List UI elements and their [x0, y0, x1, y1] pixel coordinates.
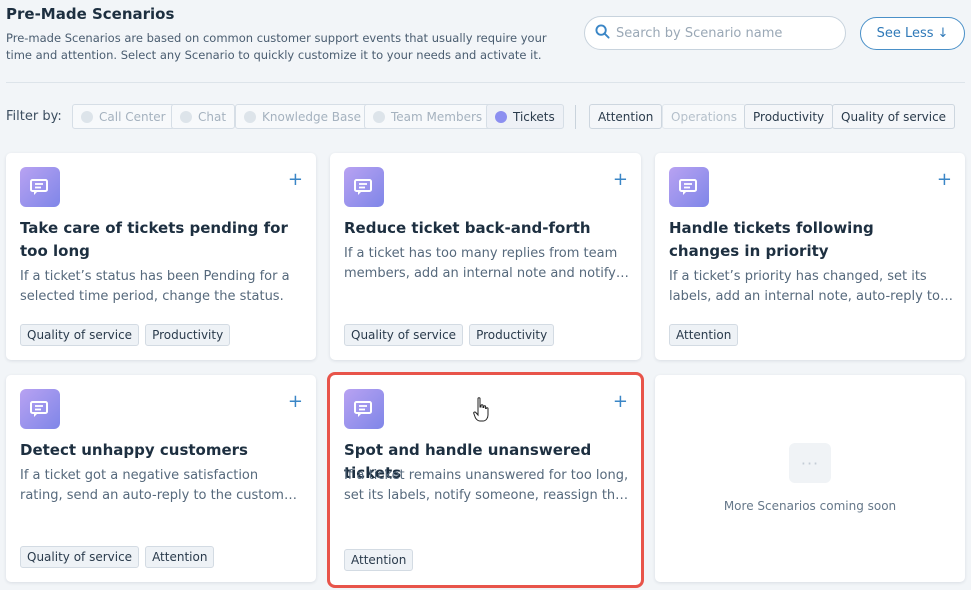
- filter-chip-team-members[interactable]: Team Members: [364, 104, 492, 129]
- scenario-card[interactable]: + Reduce ticket back-and-forth If a tick…: [330, 153, 641, 360]
- filter-chip-tickets[interactable]: Tickets: [486, 104, 564, 129]
- chip-label: Call Center: [99, 109, 166, 124]
- search-input[interactable]: [616, 25, 836, 41]
- card-title: Take care of tickets pending for too lon…: [20, 219, 288, 260]
- chip-label: Knowledge Base: [262, 109, 361, 124]
- chat-ticket-icon: [20, 389, 60, 429]
- more-dots-icon: ···: [789, 443, 831, 483]
- radio-dot-icon: [373, 110, 385, 123]
- card-description: If a ticket remains unanswered for too l…: [344, 468, 629, 503]
- tag-filter-quality-of-service[interactable]: Quality of service: [832, 104, 956, 129]
- filter-separator: [575, 105, 576, 129]
- chat-ticket-icon: [669, 167, 709, 207]
- filter-chip-call-center[interactable]: Call Center: [72, 104, 175, 129]
- add-scenario-icon[interactable]: +: [613, 171, 628, 189]
- card-tags: Attention: [669, 324, 739, 346]
- scenario-card[interactable]: + Detect unhappy customers If a ticket g…: [6, 375, 316, 582]
- chip-label: Attention: [598, 109, 654, 124]
- radio-dot-icon: [495, 110, 507, 123]
- chip-label: Operations: [671, 109, 737, 124]
- card-title: Reduce ticket back-and-forth: [344, 219, 591, 237]
- card-description: If a ticket’s priority has changed, set …: [669, 269, 940, 304]
- hand-cursor-icon: [473, 397, 489, 427]
- add-scenario-icon[interactable]: +: [937, 171, 952, 189]
- see-less-button[interactable]: See Less ↓: [860, 17, 965, 50]
- card-tags: Quality of service Productivity: [20, 324, 231, 346]
- radio-dot-icon: [81, 110, 93, 123]
- chat-ticket-icon: [20, 167, 60, 207]
- chip-label: Tickets: [513, 109, 555, 124]
- search-icon: [595, 23, 610, 43]
- card-tags: Attention: [344, 549, 414, 571]
- tag-pill: Productivity: [469, 324, 555, 346]
- page-title: Pre-Made Scenarios: [6, 5, 175, 23]
- tag-pill: Attention: [669, 324, 739, 346]
- chip-label: Productivity: [753, 109, 825, 124]
- tag-filter-operations[interactable]: Operations: [662, 104, 746, 129]
- tag-pill: Quality of service: [20, 324, 140, 346]
- card-description: If a ticket’s status has been Pending fo…: [20, 269, 290, 304]
- filter-chip-chat[interactable]: Chat: [171, 104, 236, 129]
- card-title: Detect unhappy customers: [20, 441, 248, 459]
- see-less-label: See Less: [876, 26, 934, 41]
- tag-pill: Productivity: [145, 324, 231, 346]
- chip-label: Team Members: [391, 109, 483, 124]
- chat-ticket-icon: [344, 389, 384, 429]
- coming-soon-label: More Scenarios coming soon: [723, 499, 897, 513]
- card-description: If a ticket got a negative satisfaction …: [20, 468, 298, 503]
- filter-chip-knowledge-base[interactable]: Knowledge Base: [235, 104, 370, 129]
- tag-pill: Quality of service: [20, 546, 140, 568]
- coming-soon-card: ··· More Scenarios coming soon: [655, 375, 965, 582]
- scenario-card[interactable]: + Take care of tickets pending for too l…: [6, 153, 316, 360]
- chip-label: Quality of service: [841, 109, 947, 124]
- tag-filter-productivity[interactable]: Productivity: [744, 104, 834, 129]
- tag-pill: Attention: [344, 549, 414, 571]
- tag-pill: Quality of service: [344, 324, 464, 346]
- add-scenario-icon[interactable]: +: [288, 171, 303, 189]
- card-tags: Quality of service Attention: [20, 546, 215, 568]
- filter-label: Filter by:: [6, 109, 62, 124]
- header-divider: [6, 82, 965, 83]
- arrow-down-icon: ↓: [937, 26, 949, 41]
- chat-ticket-icon: [344, 167, 384, 207]
- radio-dot-icon: [244, 110, 256, 123]
- radio-dot-icon: [180, 110, 192, 123]
- search-box[interactable]: [584, 16, 846, 50]
- tag-pill: Attention: [145, 546, 215, 568]
- tag-filter-attention[interactable]: Attention: [589, 104, 663, 129]
- add-scenario-icon[interactable]: +: [613, 393, 628, 411]
- page-description: Pre-made Scenarios are based on common c…: [6, 31, 547, 62]
- card-tags: Quality of service Productivity: [344, 324, 555, 346]
- chip-label: Chat: [198, 109, 227, 124]
- card-description: If a ticket has too many replies from te…: [344, 246, 618, 281]
- card-title: Handle tickets following changes in prio…: [669, 219, 874, 260]
- scenario-card[interactable]: + Handle tickets following changes in pr…: [655, 153, 965, 360]
- add-scenario-icon[interactable]: +: [288, 393, 303, 411]
